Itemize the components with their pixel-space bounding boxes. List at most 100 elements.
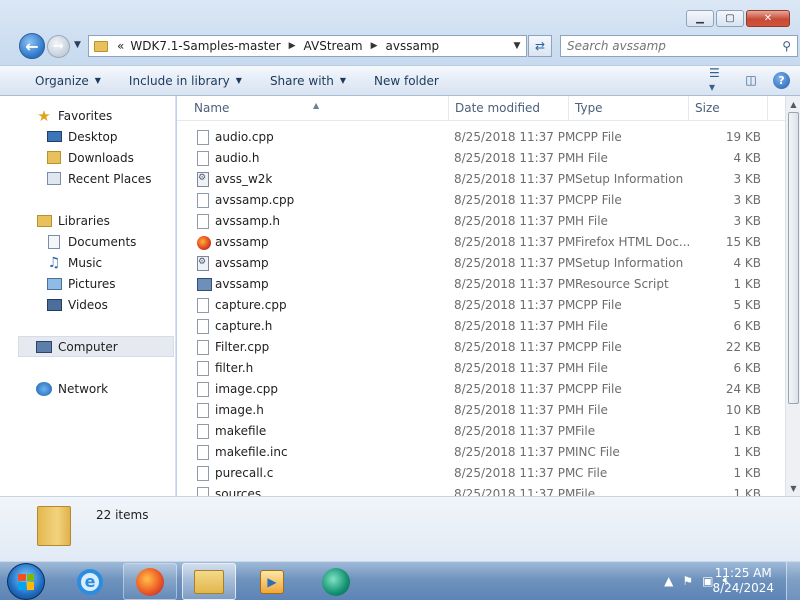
preview-pane-icon[interactable]: ◫ xyxy=(741,71,761,89)
refresh-button[interactable]: ⇄ xyxy=(528,35,552,57)
nav-documents[interactable]: Documents xyxy=(0,231,176,252)
file-row[interactable]: filter.h 8/25/2018 11:37 PM H File 6 KB xyxy=(177,358,785,379)
item-count: 22 items xyxy=(96,508,149,522)
clock[interactable]: 11:25 AM 8/24/2024 xyxy=(712,566,774,596)
file-row[interactable]: avssamp 8/25/2018 11:37 PM Firefox HTML Do… xyxy=(177,232,785,253)
pictures-icon xyxy=(46,277,62,291)
file-date: 8/25/2018 11:37 PM xyxy=(454,319,576,333)
music-icon: ♫ xyxy=(47,254,61,271)
nav-videos[interactable]: Videos xyxy=(0,294,176,315)
file-row[interactable]: image.cpp 8/25/2018 11:37 PM CPP File 24 KB xyxy=(177,379,785,400)
nav-network[interactable]: Network xyxy=(0,378,176,399)
column-divider[interactable] xyxy=(448,96,449,121)
taskbar-internet-explorer[interactable]: e xyxy=(63,563,117,600)
file-row[interactable]: purecall.c 8/25/2018 11:37 PM C File 1 KB xyxy=(177,463,785,484)
file-row[interactable]: image.h 8/25/2018 11:37 PM H File 10 KB xyxy=(177,400,785,421)
nav-label: Computer xyxy=(58,339,118,354)
scroll-up-icon[interactable]: ▲ xyxy=(786,96,800,112)
nav-desktop[interactable]: Desktop xyxy=(0,126,176,147)
file-row[interactable]: makefile.inc 8/25/2018 11:37 PM INC File 1 … xyxy=(177,442,785,463)
address-overflow[interactable]: « xyxy=(114,39,127,53)
scroll-down-icon[interactable]: ▼ xyxy=(786,480,800,496)
taskbar-windows-explorer[interactable] xyxy=(182,563,236,600)
windows-logo-icon xyxy=(18,573,34,590)
search-input[interactable] xyxy=(561,39,771,53)
column-header-type[interactable]: Type xyxy=(575,101,603,115)
forward-button[interactable]: → xyxy=(47,35,70,58)
start-button[interactable] xyxy=(7,563,45,600)
file-row[interactable]: sources 8/25/2018 11:37 PM File 1 KB xyxy=(177,484,785,496)
breadcrumb-segment[interactable]: avssamp xyxy=(383,39,443,53)
column-header-date[interactable]: Date modified xyxy=(455,101,540,115)
nav-label: Documents xyxy=(68,234,137,249)
taskbar-firefox[interactable] xyxy=(123,563,177,600)
organize-menu[interactable]: Organize ▼ xyxy=(0,74,115,88)
file-row[interactable]: audio.h 8/25/2018 11:37 PM H File 4 KB xyxy=(177,148,785,169)
document-icon xyxy=(197,130,209,145)
breadcrumb-separator-icon[interactable]: ▶ xyxy=(366,41,383,51)
breadcrumb-separator-icon[interactable]: ▶ xyxy=(284,41,301,51)
file-row[interactable]: makefile 8/25/2018 11:37 PM File 1 KB xyxy=(177,421,785,442)
file-size: 3 KB xyxy=(733,214,761,228)
column-divider[interactable] xyxy=(568,96,569,121)
help-icon[interactable]: ? xyxy=(773,71,790,89)
nav-favorites[interactable]: ★ Favorites xyxy=(0,105,176,126)
recent-pages-dropdown[interactable]: ▼ xyxy=(74,40,81,50)
file-row[interactable]: avssamp 8/25/2018 11:37 PMSetup Informati… xyxy=(177,253,785,274)
file-row[interactable]: Filter.cpp 8/25/2018 11:37 PM CPP File 22 K… xyxy=(177,337,785,358)
file-size: 4 KB xyxy=(733,151,761,165)
column-divider[interactable] xyxy=(767,96,768,121)
breadcrumb-segment[interactable]: WDK7.1-Samples-master xyxy=(127,39,283,53)
taskbar-media-player[interactable]: ▶ xyxy=(245,563,299,600)
nav-libraries[interactable]: Libraries xyxy=(0,210,176,231)
file-row[interactable]: avssamp.h 8/25/2018 11:37 PM H File 3 KB xyxy=(177,211,785,232)
breadcrumb-segment[interactable]: AVStream xyxy=(301,39,366,53)
nav-music[interactable]: ♫ Music xyxy=(0,252,176,273)
column-header-size[interactable]: Size xyxy=(695,101,720,115)
nav-label: Pictures xyxy=(68,276,116,291)
close-button[interactable]: ✕ xyxy=(746,10,790,27)
document-icon xyxy=(197,361,209,376)
setup-information-icon xyxy=(197,172,209,187)
file-name: capture.cpp xyxy=(215,298,287,312)
file-size: 19 KB xyxy=(725,130,761,144)
view-options-icon[interactable]: ☰ ▾ xyxy=(709,66,729,94)
address-dropdown-icon[interactable]: ▼ xyxy=(508,41,526,51)
file-name: Filter.cpp xyxy=(215,340,270,354)
file-type: Resource Script xyxy=(575,277,669,291)
search-icon[interactable]: ⚲ xyxy=(782,39,791,53)
document-icon xyxy=(197,424,209,439)
column-header-name[interactable]: Name xyxy=(194,101,229,115)
maximize-button[interactable]: ▢ xyxy=(716,10,744,27)
flag-icon[interactable]: ⚑ xyxy=(682,574,693,588)
nav-label: Downloads xyxy=(68,150,134,165)
scrollbar-thumb[interactable] xyxy=(788,112,799,404)
show-desktop-button[interactable] xyxy=(786,562,800,600)
document-icon xyxy=(197,214,209,229)
include-in-library-menu[interactable]: Include in library ▼ xyxy=(115,74,256,88)
file-row[interactable]: capture.h 8/25/2018 11:37 PM H File 6 KB xyxy=(177,316,785,337)
vertical-scrollbar[interactable]: ▲ ▼ xyxy=(785,96,800,496)
nav-recent-places[interactable]: Recent Places xyxy=(0,168,176,189)
search-box[interactable]: ⚲ xyxy=(560,35,798,57)
new-folder-button[interactable]: New folder xyxy=(360,74,453,88)
file-row[interactable]: avssamp.cpp 8/25/2018 11:37 PM CPP File 3 K… xyxy=(177,190,785,211)
command-bar: Organize ▼ Include in library ▼ Share with… xyxy=(0,65,800,96)
organize-label: Organize xyxy=(35,73,89,88)
show-hidden-icons-icon[interactable]: ▲ xyxy=(664,574,673,588)
file-date: 8/25/2018 11:37 PM xyxy=(454,277,576,291)
column-divider[interactable] xyxy=(688,96,689,121)
taskbar-app[interactable] xyxy=(309,563,363,600)
nav-computer[interactable]: Computer xyxy=(18,336,174,357)
back-button[interactable]: ← xyxy=(19,33,45,59)
file-row[interactable]: avss_w2k 8/25/2018 11:37 PMSetup Informat… xyxy=(177,169,785,190)
minimize-button[interactable]: ▁ xyxy=(686,10,714,27)
file-row[interactable]: capture.cpp 8/25/2018 11:37 PM CPP File 5 K… xyxy=(177,295,785,316)
nav-label: Recent Places xyxy=(68,171,152,186)
address-bar[interactable]: « WDK7.1-Samples-master ▶ AVStream ▶ avs… xyxy=(88,35,527,57)
file-row[interactable]: avssamp 8/25/2018 11:37 PM Resource Script… xyxy=(177,274,785,295)
nav-downloads[interactable]: Downloads xyxy=(0,147,176,168)
file-row[interactable]: audio.cpp 8/25/2018 11:37 PM CPP File 19 KB xyxy=(177,127,785,148)
nav-pictures[interactable]: Pictures xyxy=(0,273,176,294)
share-with-menu[interactable]: Share with ▼ xyxy=(256,74,360,88)
